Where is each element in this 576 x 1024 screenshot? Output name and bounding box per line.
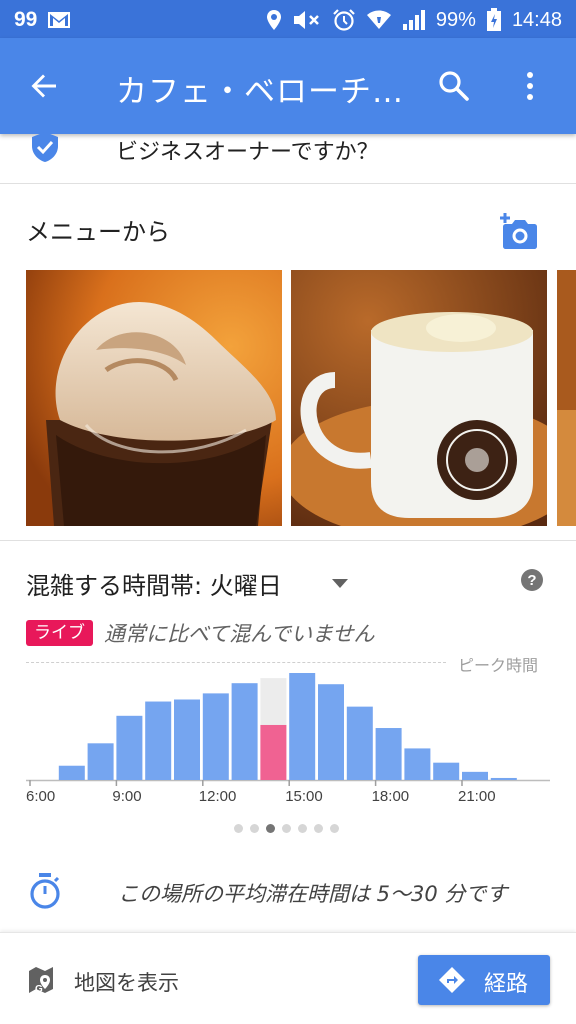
chart-page-dots (234, 824, 339, 833)
live-status-text: 通常に比べて混んでいません (104, 622, 375, 646)
live-bar (260, 724, 287, 780)
hour-bar (346, 706, 373, 780)
back-arrow-icon[interactable] (26, 68, 62, 104)
x-tick-label: 15:00 (285, 788, 323, 805)
x-tick-label: 12:00 (199, 788, 237, 805)
page-dot[interactable] (250, 824, 259, 833)
popular-times-title: 混雑する時間帯: 火曜日 (26, 572, 282, 600)
menu-photo-soft-serve[interactable] (26, 270, 282, 526)
place-title: カフェ・ベローチ… (116, 74, 400, 110)
svg-text:?: ? (527, 572, 536, 589)
section-divider (0, 540, 576, 541)
hour-bar (462, 771, 488, 780)
alarm-icon (333, 9, 355, 31)
timer-icon (30, 873, 60, 909)
hour-bar (404, 748, 431, 780)
svg-text:G: G (35, 984, 43, 995)
more-vert-icon[interactable] (516, 68, 544, 104)
page-dot[interactable] (266, 824, 275, 833)
page-dot[interactable] (314, 824, 323, 833)
business-owner-row[interactable]: ビジネスオーナーですか？ (0, 132, 576, 184)
x-tick-label: 21:00 (458, 788, 496, 805)
day-dropdown-icon[interactable] (330, 576, 350, 590)
help-icon[interactable]: ? (520, 568, 544, 592)
peak-line (26, 662, 446, 663)
search-icon[interactable] (436, 68, 472, 104)
directions-label: 経路 (484, 972, 529, 997)
verified-shield-icon (32, 132, 58, 162)
hour-bar (318, 684, 344, 780)
menu-photo-latte[interactable] (291, 270, 547, 526)
menu-photo-partial[interactable] (557, 270, 576, 526)
hour-bar (87, 743, 114, 780)
menu-section-title: メニューから (26, 218, 170, 246)
x-tick-label: 9:00 (112, 788, 141, 805)
hour-bar (202, 693, 229, 780)
status-bar: 99 99% 14:48 (0, 0, 576, 38)
directions-button[interactable]: 経路 (418, 955, 550, 1005)
directions-icon (439, 967, 465, 993)
gmail-icon (48, 12, 71, 28)
popular-times-chart[interactable]: 6:00 9:00 12:00 15:00 18:00 21:00 (26, 668, 550, 808)
hour-bar (490, 777, 517, 780)
page-dot[interactable] (330, 824, 339, 833)
hour-bar (433, 762, 460, 780)
hour-bar (375, 728, 402, 780)
location-icon (266, 10, 281, 30)
wifi-icon (366, 10, 391, 29)
battery-icon (486, 8, 501, 31)
hour-bar (289, 673, 316, 780)
page-dot[interactable] (282, 824, 291, 833)
bottom-action-bar: G 地図を表示 経路 (0, 932, 576, 1024)
hour-bar (231, 683, 258, 780)
add-photo-icon[interactable] (496, 212, 538, 250)
app-bar: カフェ・ベローチ… (0, 38, 576, 134)
battery-percent: 99% (435, 8, 476, 31)
notification-count: 99 (14, 8, 38, 31)
hour-bar (174, 699, 200, 780)
mute-icon (293, 11, 319, 29)
x-tick-label: 18:00 (372, 788, 410, 805)
clock: 14:48 (511, 8, 562, 31)
page-dot[interactable] (298, 824, 307, 833)
hour-bar (116, 715, 143, 780)
hour-bar (145, 701, 172, 780)
live-badge: ライブ (26, 620, 93, 646)
signal-icon (402, 10, 425, 30)
business-owner-prompt: ビジネスオーナーですか？ (116, 140, 379, 165)
view-map-label[interactable]: 地図を表示 (74, 967, 179, 997)
average-stay-text: この場所の平均滞在時間は 5～30 分です (118, 882, 508, 906)
hour-bar (58, 765, 85, 780)
map-icon: G (29, 967, 53, 995)
page-dot[interactable] (234, 824, 243, 833)
x-tick-label: 6:00 (26, 788, 55, 805)
